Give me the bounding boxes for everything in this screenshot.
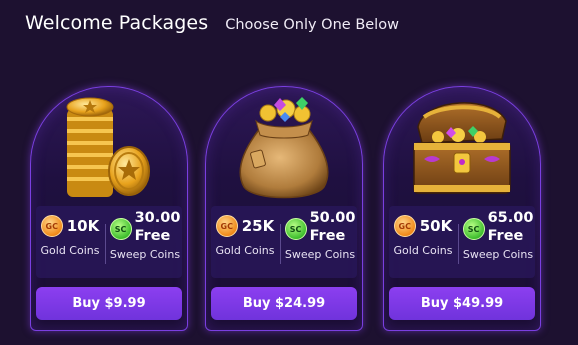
- gold-coin-icon: GC: [215, 215, 238, 237]
- gold-amount: 25K: [241, 217, 275, 235]
- gold-amount: 50K: [419, 217, 453, 235]
- package-info: GC 50K Gold Coins SC 65.00 Free Sweep Co…: [389, 206, 535, 278]
- divider: [280, 224, 281, 264]
- coin-sack-image: [239, 97, 329, 199]
- page-header: Welcome Packages Choose Only One Below: [25, 12, 399, 34]
- sweep-free-label: Free: [487, 228, 524, 244]
- package-card-50k[interactable]: GC 50K Gold Coins SC 65.00 Free Sweep Co…: [383, 86, 541, 331]
- buy-button-24-99[interactable]: Buy $24.99: [211, 287, 357, 320]
- gold-coins-block: GC 10K Gold Coins: [36, 215, 104, 257]
- buy-button-9-99[interactable]: Buy $9.99: [36, 287, 182, 320]
- package-info: GC 25K Gold Coins SC 50.00 Free Sweep Co…: [211, 206, 357, 278]
- gold-coin-stack-image: [66, 97, 150, 197]
- sweep-coin-icon: SC: [284, 218, 307, 240]
- gold-label: Gold Coins: [393, 244, 453, 257]
- sweep-coin-icon: SC: [109, 218, 132, 240]
- divider: [458, 224, 459, 264]
- gold-label: Gold Coins: [40, 244, 100, 257]
- divider: [105, 224, 106, 264]
- sweep-coin-icon: SC: [462, 218, 485, 240]
- sweep-label: Sweep Coins: [109, 248, 181, 261]
- sweep-amount: 50.00: [309, 210, 356, 226]
- gold-coins-block: GC 50K Gold Coins: [389, 215, 457, 257]
- page-title: Welcome Packages: [25, 12, 209, 34]
- sweep-amount: 65.00: [487, 210, 534, 226]
- sweep-label: Sweep Coins: [462, 248, 534, 261]
- gold-coin-icon: GC: [40, 215, 63, 237]
- gold-amount: 10K: [66, 217, 100, 235]
- sweep-label: Sweep Coins: [284, 248, 356, 261]
- page-subtitle: Choose Only One Below: [225, 17, 399, 33]
- gold-label: Gold Coins: [215, 244, 275, 257]
- sweep-free-label: Free: [309, 228, 346, 244]
- treasure-chest-image: [413, 102, 511, 194]
- gold-coin-icon: GC: [393, 215, 416, 237]
- sweep-free-label: Free: [134, 228, 171, 244]
- sweep-coins-block: SC 50.00 Free Sweep Coins: [283, 210, 357, 261]
- sweep-amount: 30.00: [134, 210, 181, 226]
- package-card-25k[interactable]: GC 25K Gold Coins SC 50.00 Free Sweep Co…: [205, 86, 363, 331]
- buy-button-49-99[interactable]: Buy $49.99: [389, 287, 535, 320]
- sweep-coins-block: SC 65.00 Free Sweep Coins: [461, 210, 535, 261]
- sweep-coins-block: SC 30.00 Free Sweep Coins: [108, 210, 182, 261]
- package-card-10k[interactable]: GC 10K Gold Coins SC 30.00 Free Sweep Co…: [30, 86, 188, 331]
- gold-coins-block: GC 25K Gold Coins: [211, 215, 279, 257]
- package-info: GC 10K Gold Coins SC 30.00 Free Sweep Co…: [36, 206, 182, 278]
